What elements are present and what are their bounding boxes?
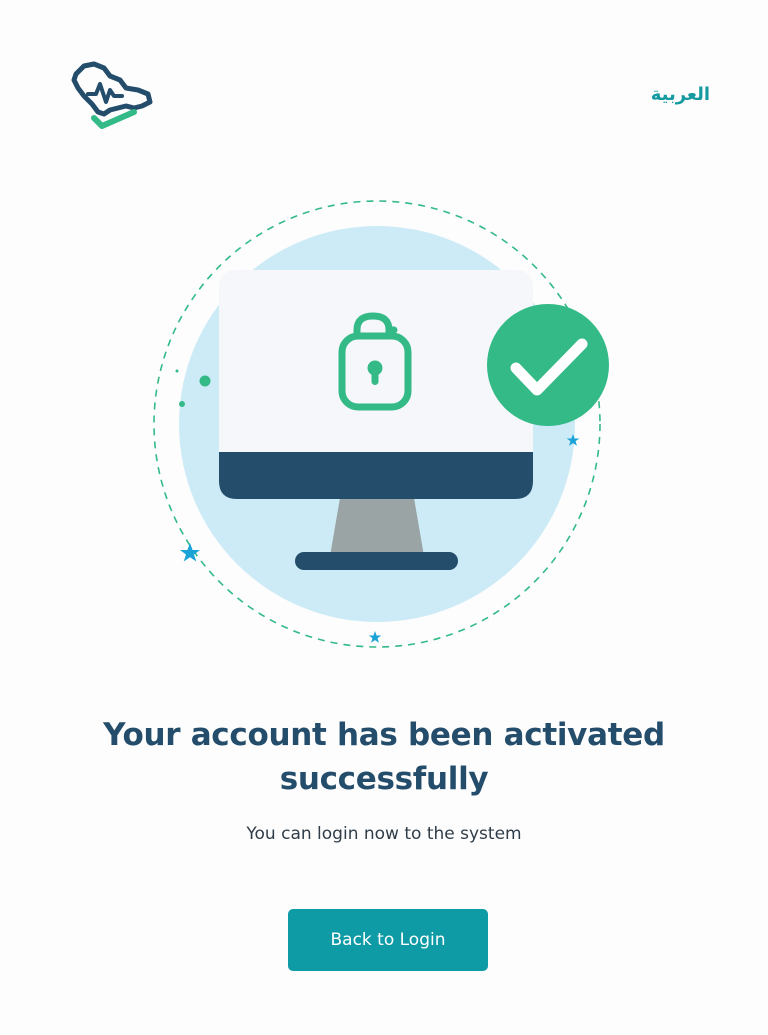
language-switch-link[interactable]: العربية bbox=[651, 84, 710, 105]
page-subtitle: You can login now to the system bbox=[246, 824, 522, 844]
star-icon bbox=[180, 543, 200, 562]
monitor-base bbox=[295, 552, 458, 570]
decor-dot bbox=[199, 375, 211, 387]
decor-dot bbox=[179, 401, 185, 407]
account-activated-illustration bbox=[153, 200, 609, 648]
monitor-stand bbox=[330, 498, 424, 556]
decor-dot bbox=[175, 369, 179, 373]
check-circle-icon bbox=[487, 304, 609, 426]
back-to-login-button[interactable]: Back to Login bbox=[288, 909, 488, 971]
page-title: Your account has been activated successf… bbox=[103, 717, 665, 797]
health-map-logo-icon bbox=[71, 61, 153, 129]
star-icon bbox=[368, 631, 382, 643]
